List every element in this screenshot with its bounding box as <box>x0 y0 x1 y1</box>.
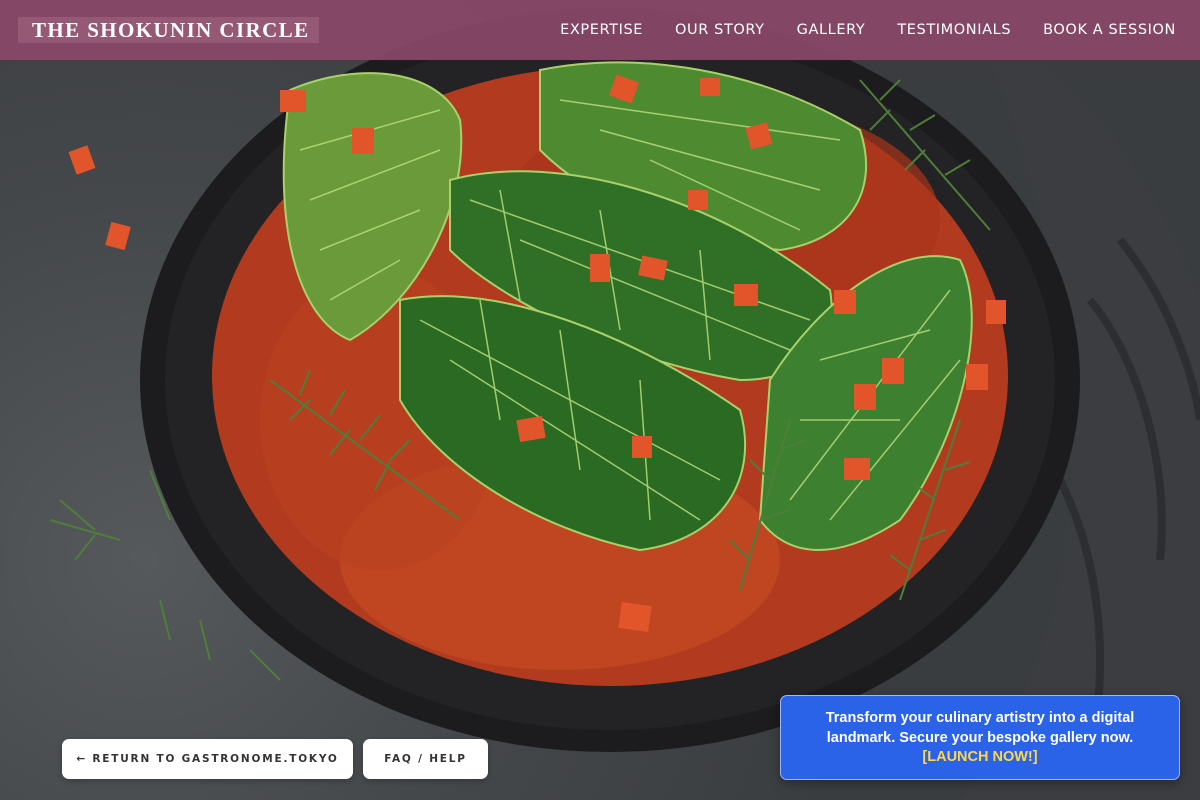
nav-link-gallery[interactable]: GALLERY <box>797 22 866 38</box>
return-button[interactable]: ← RETURN TO GASTRONOME.TOKYO <box>62 739 353 779</box>
promo-banner: Transform your culinary artistry into a … <box>780 695 1180 780</box>
nav-link-book-a-session[interactable]: BOOK A SESSION <box>1043 22 1176 38</box>
promo-message: Transform your culinary artistry into a … <box>825 710 1135 746</box>
faq-help-button[interactable]: FAQ / HELP <box>363 739 488 779</box>
skillet-cabbage-rolls-photo <box>49 8 1200 800</box>
main-nav: EXPERTISE OUR STORY GALLERY TESTIMONIALS… <box>560 0 1176 60</box>
nav-link-expertise[interactable]: EXPERTISE <box>560 22 643 38</box>
brand-logo-text[interactable]: THE SHOKUNIN CIRCLE <box>18 17 320 43</box>
launch-now-link[interactable]: [LAUNCH NOW!] <box>809 748 1151 768</box>
site-header: THE SHOKUNIN CIRCLE EXPERTISE OUR STORY … <box>0 0 1200 60</box>
nav-link-testimonials[interactable]: TESTIMONIALS <box>897 22 1011 38</box>
nav-link-our-story[interactable]: OUR STORY <box>675 22 765 38</box>
hero-image <box>0 0 1200 800</box>
